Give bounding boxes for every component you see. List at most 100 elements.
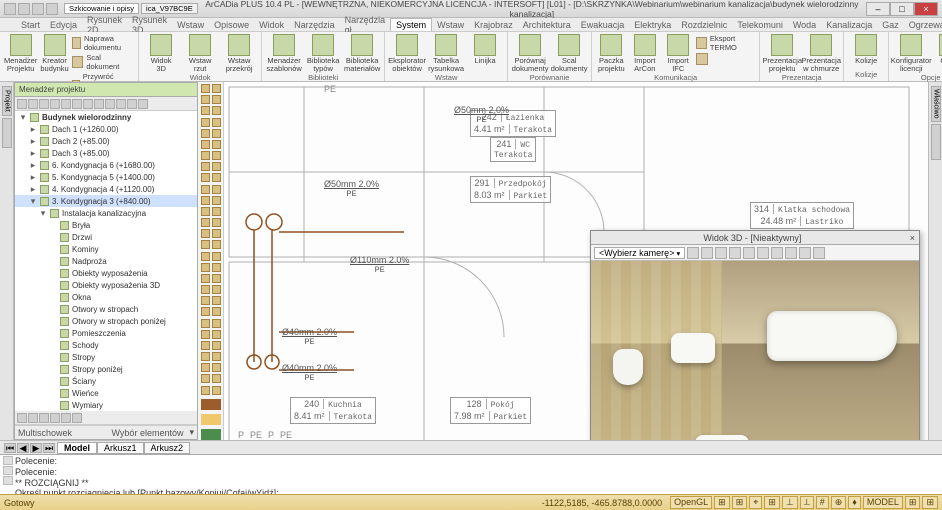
ribbon-button[interactable]: Konfiguratorlicencji <box>893 34 929 73</box>
lock-icon[interactable] <box>212 330 221 339</box>
tree-node[interactable]: Otwory w stropach <box>15 303 197 315</box>
ribbon-small-button[interactable] <box>696 53 755 65</box>
layer-icon-row[interactable] <box>201 196 221 205</box>
bulb-icon[interactable] <box>201 185 210 194</box>
ribbon-button[interactable]: Prezentacjaprojektu <box>764 34 800 73</box>
ribbon-button[interactable]: Opcje <box>932 34 942 65</box>
bulb-icon[interactable] <box>201 129 210 138</box>
ribbon-button[interactable]: ImportArCon <box>630 34 660 73</box>
bulb-icon[interactable] <box>201 285 210 294</box>
ribbon-small-button[interactable]: Naprawa dokumentu <box>72 34 134 52</box>
menu-tab[interactable]: Edycja <box>45 19 82 31</box>
lock-icon[interactable] <box>212 352 221 361</box>
tree-node[interactable]: Schody <box>15 339 197 351</box>
toolbar-icon[interactable] <box>138 99 148 109</box>
bulb-icon[interactable] <box>201 196 210 205</box>
tree-twisty[interactable]: ▸ <box>29 124 37 135</box>
title-tab[interactable]: Szkicowanie i opisy <box>64 3 139 14</box>
bulb-icon[interactable] <box>201 84 210 93</box>
lock-icon[interactable] <box>212 84 221 93</box>
ribbon-button[interactable]: Wstawprzekrój <box>221 34 257 73</box>
toolbar-icon[interactable] <box>116 99 126 109</box>
ribbon-small-button[interactable]: Scal dokument <box>72 53 134 71</box>
ribbon-button[interactable]: Kreatorbudynku <box>40 34 68 73</box>
status-toggle[interactable]: ⊥ <box>782 496 798 509</box>
bulb-icon[interactable] <box>201 106 210 115</box>
status-toggle[interactable]: ⟂ <box>800 496 814 509</box>
status-toggle[interactable]: # <box>816 496 829 509</box>
footer-label[interactable]: Wybór elementów <box>112 428 184 438</box>
tree-node[interactable]: Wymiary <box>15 399 197 411</box>
menu-tab[interactable]: Narzędzia <box>289 19 340 31</box>
status-toggle[interactable]: ⊞ <box>714 496 730 509</box>
toolbar-icon[interactable] <box>39 99 49 109</box>
lock-icon[interactable] <box>212 95 221 104</box>
ribbon-button[interactable]: Kolizje <box>848 34 884 65</box>
tree-node[interactable]: ▸4. Kondygnacja 4 (+1120.00) <box>15 183 197 195</box>
tree-twisty[interactable]: ▾ <box>29 196 37 207</box>
bulb-icon[interactable] <box>201 162 210 171</box>
bulb-icon[interactable] <box>201 386 210 395</box>
lock-icon[interactable] <box>212 118 221 127</box>
qat-icon[interactable] <box>32 3 44 15</box>
lock-icon[interactable] <box>212 162 221 171</box>
layer-icon-row[interactable] <box>201 307 221 316</box>
lock-icon[interactable] <box>212 319 221 328</box>
qat-icon[interactable] <box>4 3 16 15</box>
sheet-tab[interactable]: Model <box>57 442 97 454</box>
toolbar-icon[interactable] <box>61 99 71 109</box>
bulb-icon[interactable] <box>201 118 210 127</box>
cmd-btn[interactable] <box>3 456 13 465</box>
ribbon-small-button[interactable]: Eksport TERMO <box>696 34 755 52</box>
layer-icon-row[interactable] <box>201 151 221 160</box>
tree-node[interactable]: Drzwi <box>15 231 197 243</box>
status-toggle[interactable]: ⊞ <box>764 496 780 509</box>
lock-icon[interactable] <box>212 285 221 294</box>
dock-tab[interactable]: Właściwo <box>931 86 941 122</box>
view3d-tool-icon[interactable] <box>687 247 699 259</box>
layer-icon-row[interactable] <box>201 129 221 138</box>
view3d-tool-icon[interactable] <box>799 247 811 259</box>
menu-tab[interactable]: Architektura <box>518 19 576 31</box>
bulb-icon[interactable] <box>201 229 210 238</box>
view3d-tool-icon[interactable] <box>729 247 741 259</box>
tree-node[interactable]: ▸Dach 3 (+85.00) <box>15 147 197 159</box>
tree-twisty[interactable]: ▸ <box>29 136 37 147</box>
status-toggle[interactable]: OpenGL <box>670 496 712 509</box>
lock-icon[interactable] <box>212 140 221 149</box>
menu-tab[interactable]: Opisowe <box>209 19 254 31</box>
ribbon-button[interactable]: Wstawrzut <box>182 34 218 73</box>
layer-icon-row[interactable] <box>201 240 221 249</box>
tree-node[interactable]: ▾Instalacja kanalizacyjna <box>15 207 197 219</box>
toolbar-icon[interactable] <box>94 99 104 109</box>
bulb-icon[interactable] <box>201 307 210 316</box>
color-patch[interactable] <box>201 429 221 440</box>
layer-icon-row[interactable] <box>201 162 221 171</box>
tree-node[interactable]: ▾Budynek wielorodzinny <box>15 111 197 123</box>
ribbon-button[interactable]: Eksploratorobiektów <box>389 34 425 73</box>
toolbar-icon[interactable] <box>72 99 82 109</box>
bulb-icon[interactable] <box>201 218 210 227</box>
bulb-icon[interactable] <box>201 319 210 328</box>
lock-icon[interactable] <box>212 207 221 216</box>
layer-icon-row[interactable] <box>201 352 221 361</box>
layer-icon-row[interactable] <box>201 84 221 93</box>
toolbar-icon[interactable] <box>17 413 27 423</box>
project-tree[interactable]: ▾Budynek wielorodzinny▸Dach 1 (+1260.00)… <box>15 111 197 411</box>
toolbar-icon[interactable] <box>17 99 27 109</box>
tree-twisty[interactable]: ▸ <box>29 148 37 159</box>
layer-icon-row[interactable] <box>201 296 221 305</box>
lock-icon[interactable] <box>212 274 221 283</box>
tree-node[interactable]: Kominy <box>15 243 197 255</box>
color-patch[interactable] <box>201 414 221 425</box>
maximize-button[interactable]: □ <box>890 2 914 16</box>
view3d-tool-icon[interactable] <box>757 247 769 259</box>
tree-node[interactable]: ▸Dach 2 (+85.00) <box>15 135 197 147</box>
toolbar-icon[interactable] <box>50 413 60 423</box>
tree-node[interactable]: Ściany <box>15 375 197 387</box>
tree-twisty[interactable]: ▸ <box>29 160 37 171</box>
tree-node[interactable]: ▸Dach 1 (+1260.00) <box>15 123 197 135</box>
menu-tab[interactable]: Wstaw <box>432 19 469 31</box>
toolbar-icon[interactable] <box>72 413 82 423</box>
menu-tab[interactable]: Ewakuacja <box>576 19 630 31</box>
